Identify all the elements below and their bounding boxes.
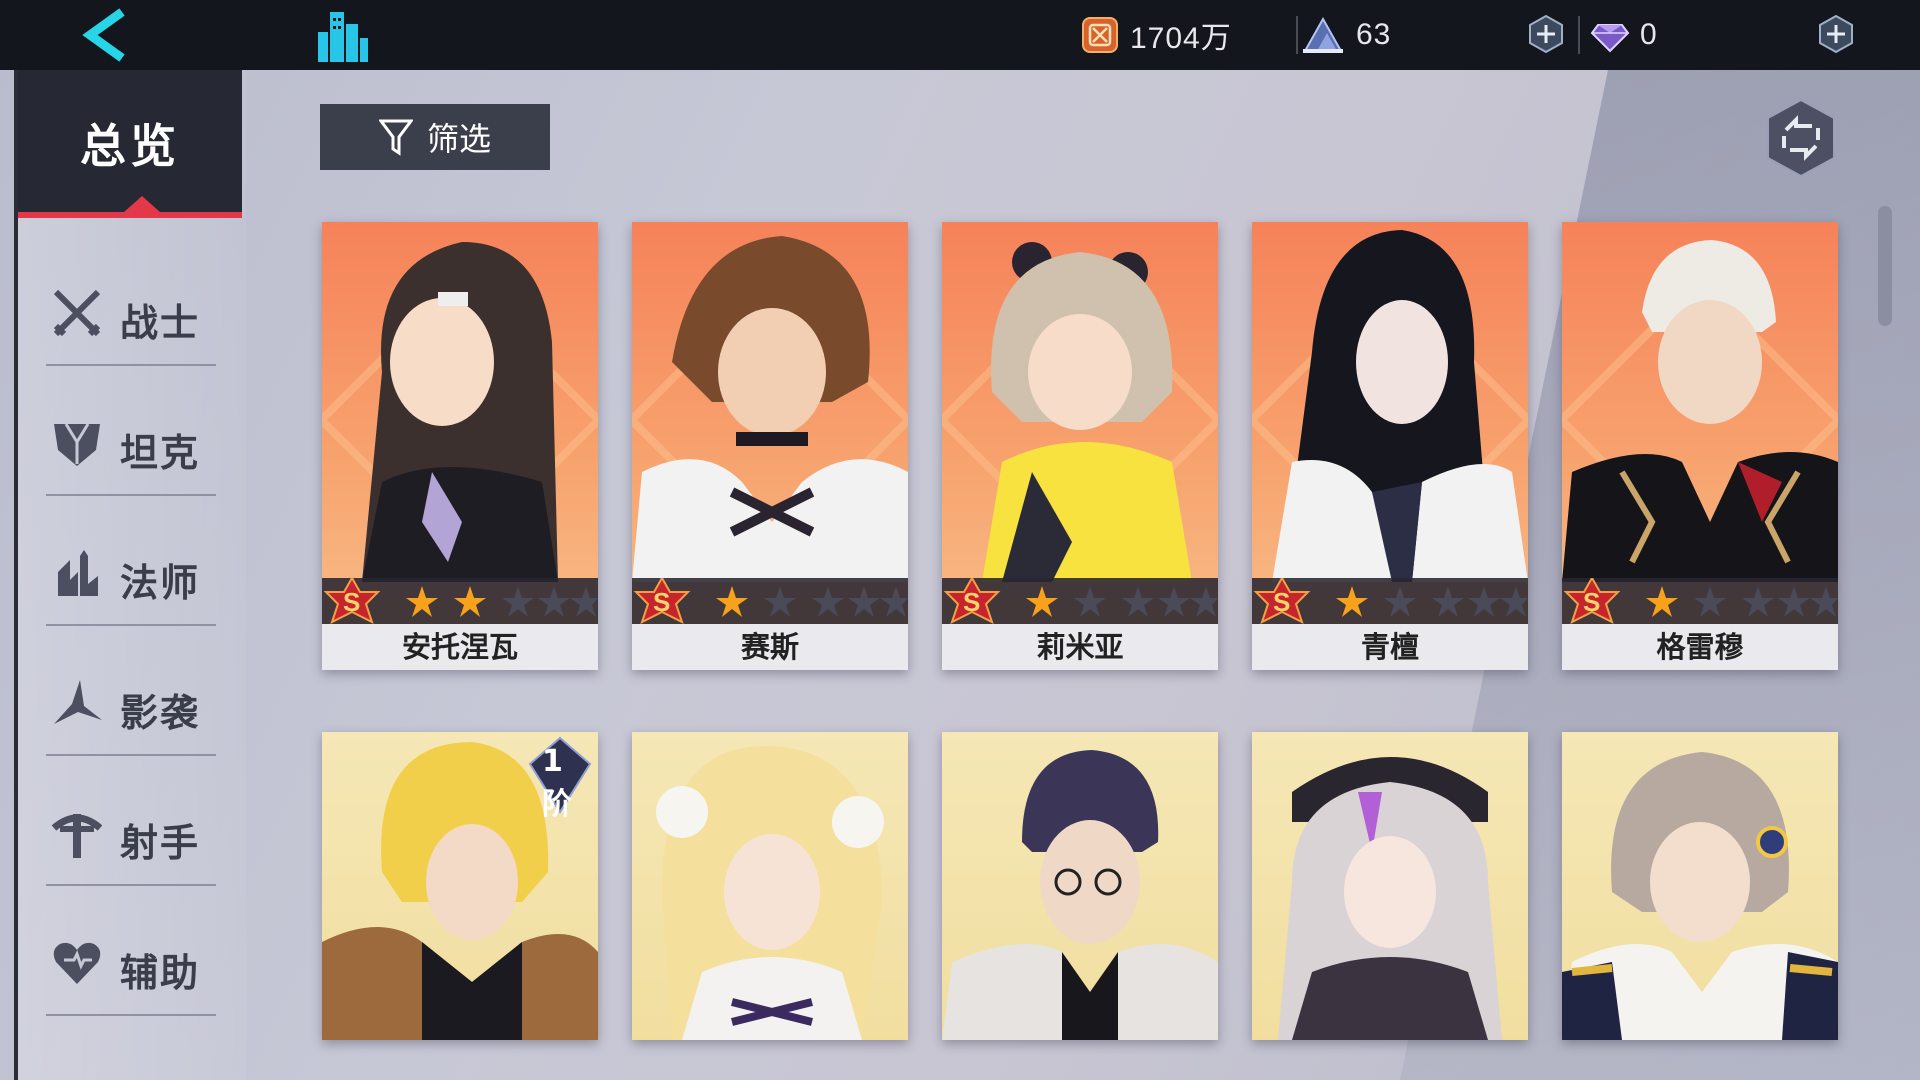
character-card[interactable]: S 赛斯 (632, 222, 908, 670)
back-button[interactable] (70, 6, 150, 64)
shield-icon (54, 423, 100, 466)
divider (46, 494, 216, 496)
rank-stars: S (1563, 575, 1838, 624)
rank-stars-bar: S (632, 575, 908, 624)
character-portrait (1562, 752, 1838, 1040)
add-stamina-button[interactable] (1526, 14, 1566, 54)
character-name: 格雷穆 (1562, 624, 1838, 670)
tier-badge-text: 1阶 (542, 744, 572, 822)
crossed-swords-icon (53, 289, 101, 337)
gold-resource: 1704万 (1080, 12, 1232, 58)
sidebar-item-marksman[interactable]: 射手 (46, 778, 216, 888)
sidebar-item-label: 射手 (120, 821, 201, 865)
sidebar-item-label: 战士 (120, 301, 201, 345)
gem-icon (1590, 24, 1630, 53)
active-indicator (124, 196, 160, 212)
divider (46, 754, 216, 756)
sidebar-item-label: 坦克 (120, 431, 201, 475)
tab-overview-label: 总览 (80, 119, 180, 173)
character-card[interactable]: 1阶 (322, 732, 598, 1040)
character-portrait (942, 750, 1218, 1040)
divider (46, 1014, 216, 1016)
staff-icon (58, 550, 98, 596)
sidebar-item-label: 法师 (120, 561, 201, 605)
stamina-resource: 63 (1300, 12, 1391, 58)
character-name: 赛斯 (632, 624, 908, 670)
sidebar-item-label: 辅助 (120, 951, 201, 995)
character-card[interactable] (632, 732, 908, 1040)
city-icon (318, 12, 368, 62)
character-card[interactable] (942, 732, 1218, 1040)
back-arrow-icon (82, 8, 125, 62)
character-card[interactable]: S 安托涅瓦 (322, 222, 598, 670)
gold-coin-icon (1082, 17, 1118, 53)
gold-amount: 1704万 (1130, 22, 1232, 55)
tab-overview[interactable]: 总览 (18, 70, 242, 218)
sidebar-item-tank[interactable]: 坦克 (46, 388, 216, 498)
character-card[interactable] (1562, 732, 1838, 1040)
rank-stars-bar: S (322, 575, 598, 624)
rank-stars-bar: S (942, 575, 1218, 624)
sidebar-item-assassin[interactable]: 影袭 (46, 648, 216, 758)
active-underline (18, 212, 242, 218)
rank-stars-bar: S (1252, 575, 1528, 624)
bow-icon (51, 814, 103, 858)
svg-text:S: S (1273, 587, 1290, 617)
plus-icon (1819, 14, 1853, 54)
character-name: 安托涅瓦 (322, 624, 598, 670)
rank-stars: S (323, 575, 598, 624)
filter-button[interactable]: 筛选 (320, 104, 550, 170)
character-name: 莉米亚 (942, 624, 1218, 670)
stamina-amount: 63 (1356, 18, 1392, 51)
rank-stars: S (1253, 575, 1528, 624)
svg-text:S: S (343, 587, 360, 617)
character-card[interactable]: S 格雷穆 (1562, 222, 1838, 670)
add-gem-button[interactable] (1816, 14, 1856, 54)
filter-funnel-icon (378, 119, 413, 156)
character-portrait (1278, 757, 1502, 1040)
top-bar: 1704万 63 0 (0, 0, 1920, 70)
rank-stars: S (943, 575, 1218, 624)
rank-stars: S (633, 575, 908, 624)
sidebar-item-mage[interactable]: 法师 (46, 518, 216, 628)
sidebar-item-warrior[interactable]: 战士 (46, 258, 216, 368)
character-card[interactable] (1252, 732, 1528, 1040)
character-card[interactable]: S 莉米亚 (942, 222, 1218, 670)
gem-amount: 0 (1640, 18, 1658, 51)
character-card[interactable]: S 青檀 (1252, 222, 1528, 670)
divider (46, 364, 216, 366)
sidebar-item-support[interactable]: 辅助 (46, 908, 216, 1018)
svg-text:S: S (963, 587, 980, 617)
scrollbar[interactable] (1878, 206, 1892, 326)
tier-badge: 1阶 (528, 736, 592, 822)
svg-text:S: S (1583, 587, 1600, 617)
gem-resource: 0 (1590, 12, 1658, 58)
divider (46, 624, 216, 626)
sidebar-item-label: 影袭 (120, 691, 201, 735)
character-name: 青檀 (1252, 624, 1528, 670)
stamina-mountain-icon (1303, 16, 1343, 53)
divider (46, 884, 216, 886)
shuriken-icon (54, 680, 102, 724)
filter-label: 筛选 (426, 120, 491, 158)
sort-toggle-button[interactable] (1764, 98, 1838, 178)
divider (1578, 16, 1580, 54)
divider (1296, 16, 1298, 54)
rank-stars-bar: S (1562, 575, 1838, 624)
refresh-arrows-icon (1767, 98, 1835, 178)
home-button[interactable] (310, 4, 374, 66)
heart-icon (53, 942, 101, 984)
svg-text:S: S (653, 587, 670, 617)
character-portrait (656, 745, 884, 1040)
plus-icon (1529, 14, 1563, 54)
